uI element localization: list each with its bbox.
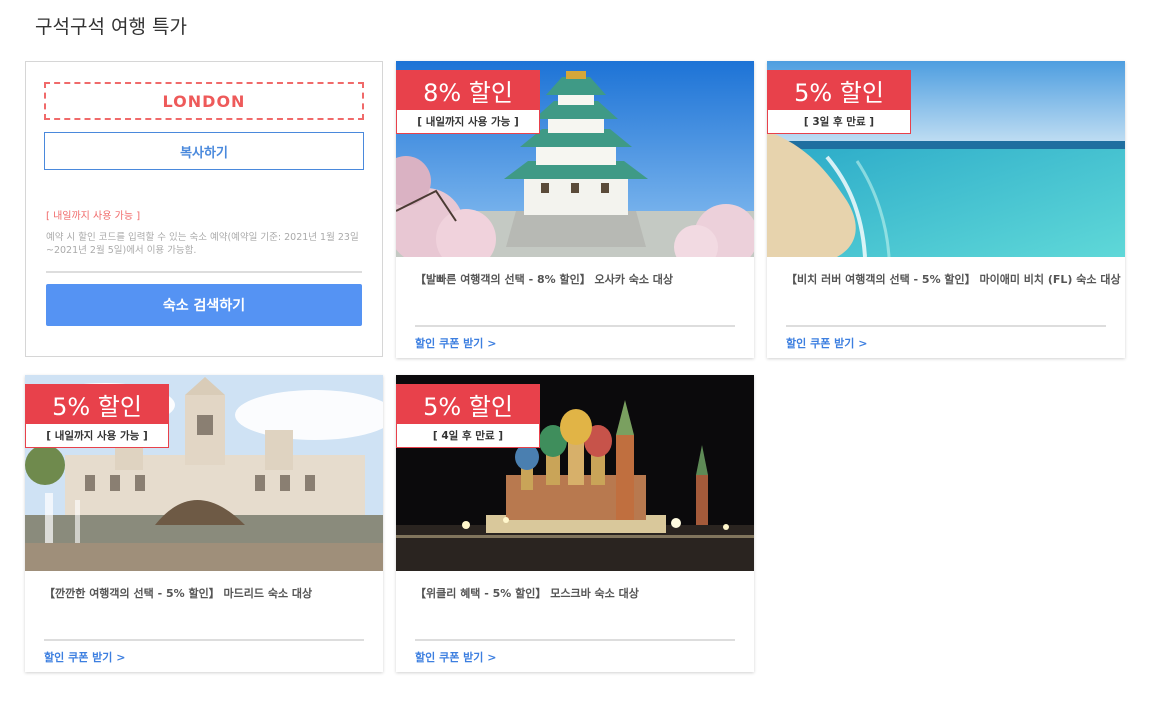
deal-title: 【비치 러버 여행객의 선택 - 5% 할인】 마이애미 비치 (FL) 숙소 … xyxy=(786,273,1121,286)
page-title: 구석구석 여행 특가 xyxy=(35,16,187,38)
coupon-description: 예약 시 할인 코드를 입력할 수 있는 숙소 예약(예약일 기준: 2021년… xyxy=(46,232,359,256)
coupon-code: LONDON xyxy=(44,82,364,120)
divider xyxy=(46,271,362,273)
expiry-label: [ 4일 후 만료 ] xyxy=(396,424,540,448)
search-accommodation-button[interactable]: 숙소 검색하기 xyxy=(46,284,362,326)
expiry-label: [ 3일 후 만료 ] xyxy=(767,110,911,134)
coupon-validity: [ 내일까지 사용 가능 ] xyxy=(46,211,141,222)
copy-button[interactable]: 복사하기 xyxy=(44,132,364,170)
expiry-label: [ 내일까지 사용 가능 ] xyxy=(25,424,169,448)
divider xyxy=(44,639,364,641)
discount-badge: 5% 할인 [ 4일 후 만료 ] xyxy=(396,384,540,448)
deal-title: 【위클리 혜택 - 5% 할인】 모스크바 숙소 대상 xyxy=(415,587,639,600)
discount-label: 5% 할인 xyxy=(767,70,911,110)
discount-badge: 8% 할인 [ 내일까지 사용 가능 ] xyxy=(396,70,540,134)
get-coupon-link[interactable]: 할인 쿠폰 받기 > xyxy=(415,335,496,351)
divider xyxy=(415,325,735,327)
deal-card-osaka[interactable]: 8% 할인 [ 내일까지 사용 가능 ] 【발빠른 여행객의 선택 - 8% 할… xyxy=(396,61,754,358)
discount-label: 5% 할인 xyxy=(25,384,169,424)
get-coupon-link[interactable]: 할인 쿠폰 받기 > xyxy=(415,649,496,665)
discount-badge: 5% 할인 [ 3일 후 만료 ] xyxy=(767,70,911,134)
deal-card-miami[interactable]: 5% 할인 [ 3일 후 만료 ] 【비치 러버 여행객의 선택 - 5% 할인… xyxy=(767,61,1125,358)
deal-card-moscow[interactable]: 5% 할인 [ 4일 후 만료 ] 【위클리 혜택 - 5% 할인】 모스크바 … xyxy=(396,375,754,672)
deal-title: 【발빠른 여행객의 선택 - 8% 할인】 오사카 숙소 대상 xyxy=(415,273,674,286)
get-coupon-link[interactable]: 할인 쿠폰 받기 > xyxy=(44,649,125,665)
deal-title: 【깐깐한 여행객의 선택 - 5% 할인】 마드리드 숙소 대상 xyxy=(44,587,313,600)
discount-badge: 5% 할인 [ 내일까지 사용 가능 ] xyxy=(25,384,169,448)
coupon-card: LONDON 복사하기 [ 내일까지 사용 가능 ] 예약 시 할인 코드를 입… xyxy=(25,61,383,357)
expiry-label: [ 내일까지 사용 가능 ] xyxy=(396,110,540,134)
get-coupon-link[interactable]: 할인 쿠폰 받기 > xyxy=(786,335,867,351)
deal-card-madrid[interactable]: 5% 할인 [ 내일까지 사용 가능 ] 【깐깐한 여행객의 선택 - 5% 할… xyxy=(25,375,383,672)
discount-label: 8% 할인 xyxy=(396,70,540,110)
divider xyxy=(415,639,735,641)
divider xyxy=(786,325,1106,327)
discount-label: 5% 할인 xyxy=(396,384,540,424)
